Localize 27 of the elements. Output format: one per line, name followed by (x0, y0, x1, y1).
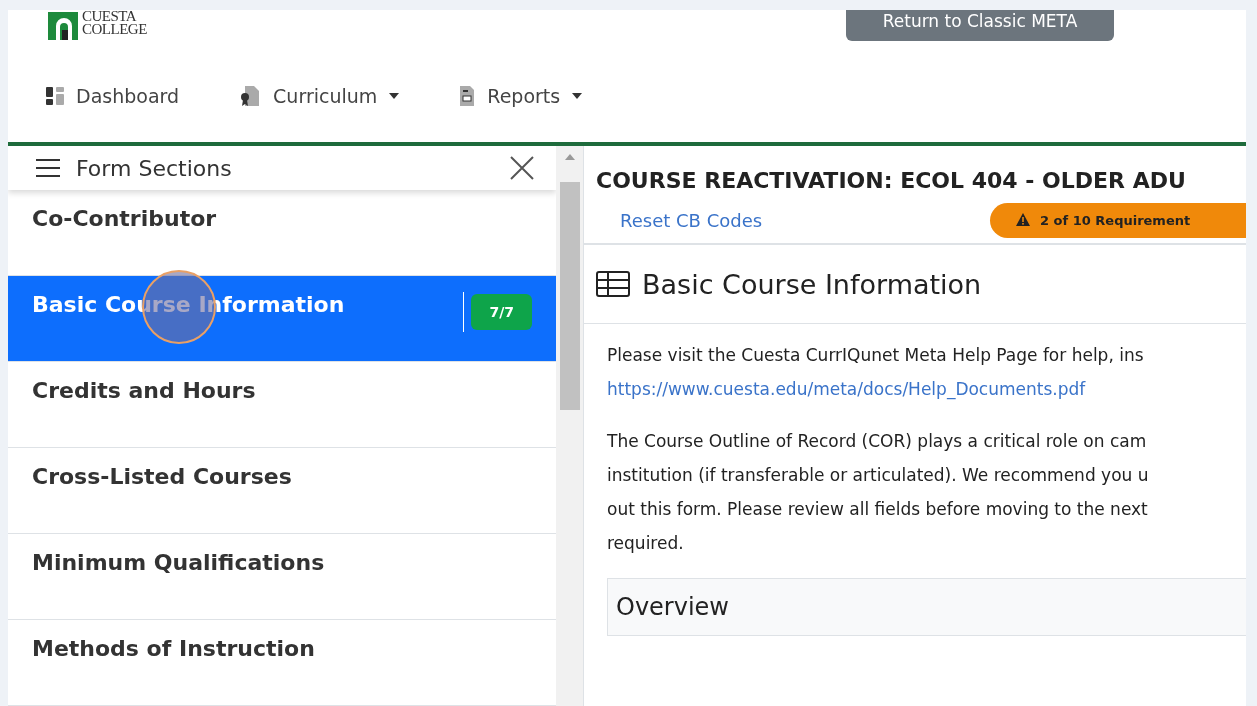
reset-link[interactable]: Reset CB Codes (620, 210, 763, 231)
dashboard-icon (46, 87, 64, 105)
caret-icon (389, 93, 400, 99)
page-title: COURSE REACTIVATION: ECOL 404 - OLDER ADU (596, 168, 1187, 193)
warning-icon (1016, 213, 1030, 226)
nav-link[interactable]: Dashboard (46, 85, 180, 107)
scroll-up-icon[interactable] (564, 154, 575, 160)
help-text: Please visit the Cuesta CurrIQunet Meta Help Page for help, ins https://www.cuesta.edu/meta/docs/Help_Documents.pdf (607, 344, 1145, 402)
caret-icon (572, 93, 583, 99)
section-title: Basic Course Information (642, 268, 982, 300)
table-icon (596, 271, 630, 297)
return-to-classic-button[interactable]: Return to Classic META (846, 10, 1114, 41)
menu-icon (36, 159, 60, 177)
panel-title: Overview (616, 592, 729, 623)
scrollbar-thumb[interactable] (559, 182, 580, 410)
scrollbar[interactable] (556, 146, 583, 706)
nav-link[interactable]: Curriculum (239, 85, 400, 107)
close-icon[interactable] (510, 156, 534, 180)
intro-paragraph: The Course Outline of Record (COR) plays a critical role on cam institution (if transferable or articulated). We recommend you u out this form. Please review all fields before moving to the next required. (607, 430, 1150, 555)
document-icon (459, 85, 476, 107)
sidebar-title: Form Sections (76, 155, 232, 181)
help-documents-link[interactable]: https://www.cuesta.edu/meta/docs/Help_Documents.pdf (607, 379, 1086, 399)
document-ribbon-icon (239, 85, 262, 107)
nav-link[interactable]: Reports (459, 85, 583, 107)
college-logo-text: CUESTA COLLEGE (82, 10, 147, 36)
requirements-badge[interactable]: 2 of 10 Requirement (990, 203, 1246, 238)
completion-badge: 7/7 (471, 294, 532, 330)
